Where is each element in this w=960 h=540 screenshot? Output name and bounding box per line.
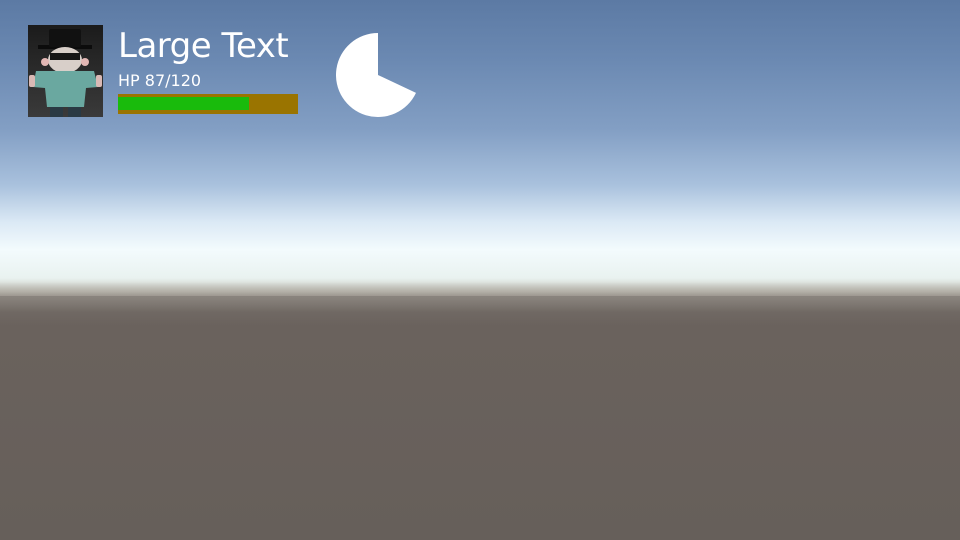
hp-bar <box>118 94 298 114</box>
character-portrait-icon <box>29 29 102 117</box>
hp-label: HP 87/120 <box>118 71 202 90</box>
character-portrait <box>28 25 103 117</box>
cooldown-pie-icon <box>336 33 416 117</box>
cooldown-pie-slice <box>336 33 416 117</box>
game-viewport[interactable]: Large Text HP 87/120 <box>0 0 960 540</box>
hp-bar-fill <box>118 97 249 110</box>
ground-plane <box>0 296 960 540</box>
horizon-haze <box>0 282 960 312</box>
title-text: Large Text <box>118 26 289 66</box>
